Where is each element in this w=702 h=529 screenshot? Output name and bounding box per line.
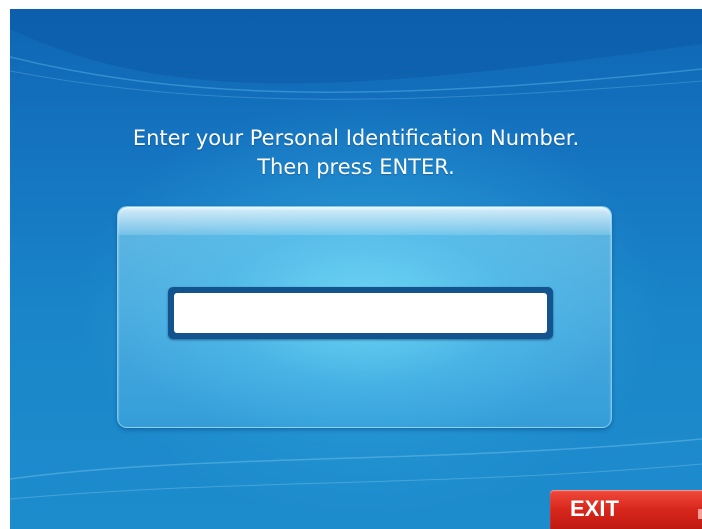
pin-instruction: Enter your Personal Identification Numbe… bbox=[10, 124, 702, 182]
exit-button-label: EXIT bbox=[570, 496, 619, 521]
pin-input[interactable] bbox=[174, 293, 547, 333]
exit-button[interactable]: EXIT bbox=[550, 490, 702, 529]
pin-input-frame bbox=[168, 287, 553, 339]
exit-marker bbox=[698, 509, 702, 519]
pin-instruction-line-2: Then press ENTER. bbox=[257, 155, 455, 179]
pin-instruction-line-1: Enter your Personal Identification Numbe… bbox=[132, 126, 580, 150]
pin-entry-panel bbox=[117, 206, 612, 428]
atm-screen: Enter your Personal Identification Numbe… bbox=[10, 9, 702, 529]
